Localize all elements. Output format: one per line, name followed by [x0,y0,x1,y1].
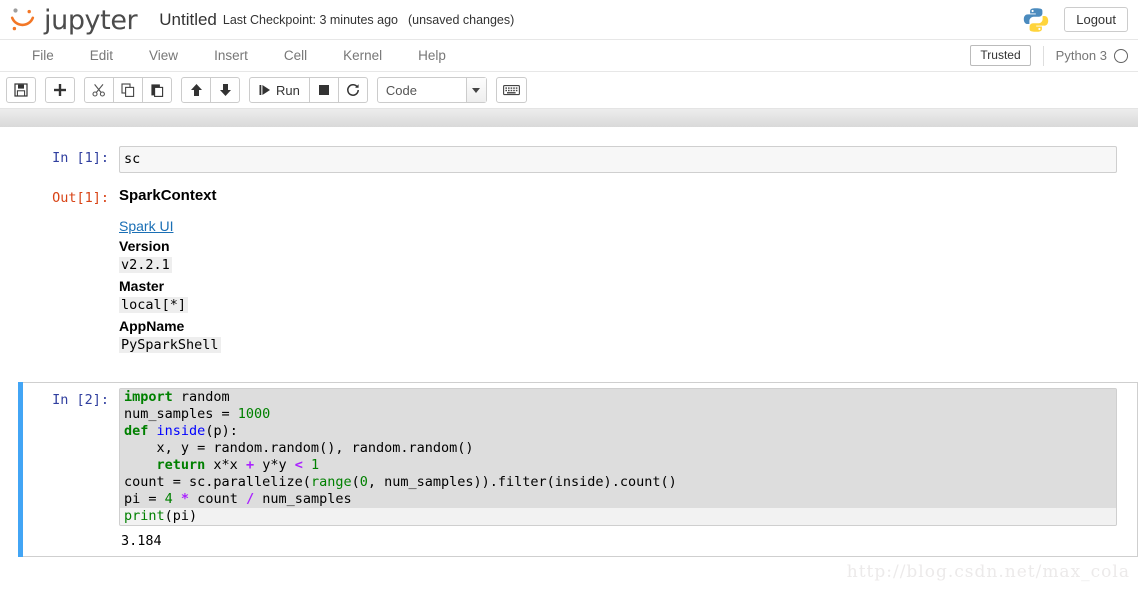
unsaved-status: (unsaved changes) [407,12,515,27]
spark-version-label: Version [119,238,170,254]
cell-type-value: Code [385,82,417,98]
code-line: pi = 4 * count / num_samples [120,491,1116,508]
paste-button[interactable] [142,77,172,103]
cell-2-output-prompt [19,526,119,548]
cell-2-output-row: 3.184 [19,526,1117,551]
chevron-down-icon[interactable] [465,78,486,102]
run-label: Run [276,82,300,98]
cell-2-input-row: In [2]: import random num_samples = 1000 d… [19,388,1117,526]
spark-appname-label: AppName [119,318,185,334]
copy-button[interactable] [113,77,143,103]
move-cell-up-button[interactable] [181,77,211,103]
save-icon [14,83,28,97]
spark-appname-value: PySparkShell [119,337,221,353]
code-line: import random [120,389,1116,406]
toolbar-divider-band [0,108,1138,128]
menubar-right-group: Trusted Python 3 [970,44,1138,67]
code-line: def inside(p): [120,423,1116,440]
toolbar-group-insert [45,77,75,103]
brand-label: jupyter [44,5,138,36]
watermark: http://blog.csdn.net/max_cola [846,562,1130,582]
menu-item-file[interactable]: File [14,40,72,72]
code-line: print(pi) [120,508,1116,525]
menu-item-help[interactable]: Help [400,40,464,72]
spark-master-value: local[*] [119,297,189,313]
header-right-group: Logout [1022,6,1128,34]
cell-1-output: SparkContext Spark UI Version v2.2.1 Mas… [119,186,1117,354]
notebook-container: In [1]: sc Out[1]: SparkContext Spark UI… [0,128,1138,557]
restart-kernel-button[interactable] [337,77,368,103]
copy-icon [121,83,135,97]
save-button[interactable] [6,77,36,103]
cell-1-output-prompt: Out[1]: [52,190,109,206]
kernel-idle-circle-icon [1114,48,1128,63]
spark-master-label: Master [119,278,165,294]
menu-item-cell[interactable]: Cell [266,40,325,72]
cell-2-stdout: 3.184 [121,533,162,549]
run-cell-button[interactable]: Run [249,77,310,103]
toolbar-group-palette [495,77,527,103]
arrow-up-icon [190,83,203,97]
paste-icon [150,83,164,97]
jupyter-notebook-app: jupyter Untitled Last Checkpoint: 3 minu… [0,0,1138,594]
jupyter-logo-icon [8,5,38,35]
logout-button[interactable]: Logout [1064,7,1128,32]
jupyter-brand[interactable]: jupyter [8,5,138,36]
menu-item-insert[interactable]: Insert [196,40,266,72]
menu-item-kernel[interactable]: Kernel [325,40,400,72]
move-cell-down-button[interactable] [210,77,240,103]
menu-item-edit[interactable]: Edit [72,40,131,72]
code-cell-2[interactable]: In [2]: import random num_samples = 1000 d… [18,382,1138,557]
insert-cell-below-button[interactable] [45,77,75,103]
python-logo-icon [1022,6,1050,34]
app-header: jupyter Untitled Last Checkpoint: 3 minu… [0,0,1138,40]
cell-2-code-editor[interactable]: import random num_samples = 1000 def insid… [119,388,1117,526]
code-cell-1[interactable]: In [1]: sc Out[1]: SparkContext Spark UI… [0,140,1138,360]
stop-square-icon [318,84,330,96]
code-line: return x*x + y*y < 1 [120,457,1116,474]
cut-button[interactable] [84,77,114,103]
notebook-title[interactable]: Untitled [159,10,217,30]
scissors-icon [92,83,106,97]
cell-1-input-prompt: In [1]: [52,150,109,166]
interrupt-kernel-button[interactable] [308,77,339,103]
command-palette-button[interactable] [495,77,527,103]
menu-item-view[interactable]: View [131,40,196,72]
restart-circle-icon [346,83,360,97]
kernel-indicator-group[interactable]: Python 3 [1042,45,1128,66]
arrow-down-icon [219,83,232,97]
trust-status-badge[interactable]: Trusted [970,44,1031,67]
toolbar-group-run: Run [249,77,368,103]
toolbar-group-clipboard [84,77,172,103]
code-line: count = sc.parallelize(range(0, num_samp… [120,474,1116,491]
notebook-toolbar: Run Code [0,72,1138,108]
cell-2-output: 3.184 [119,526,1117,551]
plus-icon [53,83,67,97]
checkpoint-status: Last Checkpoint: 3 minutes ago [222,12,398,27]
cell-selected-indicator [18,382,23,557]
cell-1-output-row: Out[1]: SparkContext Spark UI Version v2… [1,186,1117,354]
spark-ui-link[interactable]: Spark UI [119,218,173,234]
keyboard-icon [502,84,520,96]
toolbar-group-move [181,77,240,103]
cell-1-input-row: In [1]: sc [1,146,1117,173]
code-line: x, y = random.random(), random.random() [120,440,1116,457]
spark-version-value: v2.2.1 [119,257,172,273]
cell-1-code-editor[interactable]: sc [119,146,1117,173]
cell-2-input-prompt: In [2]: [52,392,109,408]
sparkcontext-title: SparkContext [119,187,217,204]
kernel-name-label: Python 3 [1055,48,1107,63]
toolbar-group-save [6,77,36,103]
menu-bar: File Edit View Insert Cell Kernel Help T… [0,40,1138,72]
code-line: num_samples = 1000 [120,406,1116,423]
cell-type-select[interactable]: Code [376,77,487,103]
run-icon [259,84,271,96]
